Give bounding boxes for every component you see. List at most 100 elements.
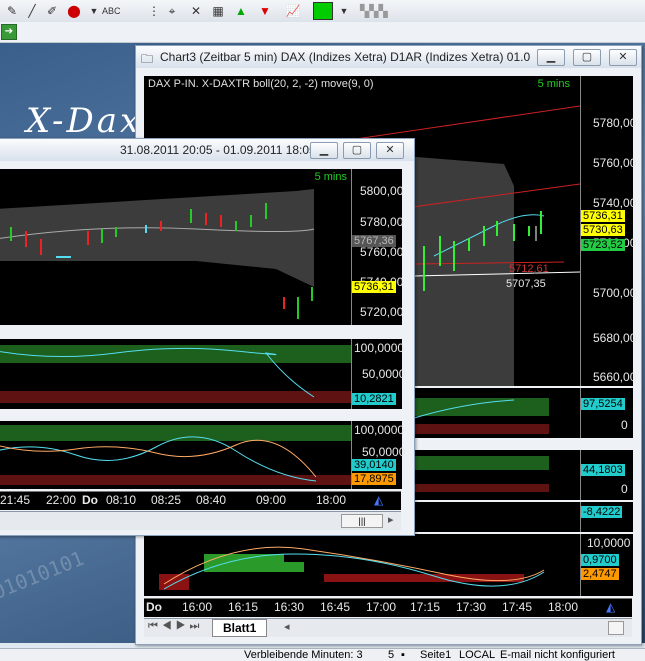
grid-icon[interactable]: ▦ bbox=[210, 2, 226, 20]
sheet-tabbar: ⏮◀▶⏭ Blatt1 ◂ bbox=[144, 618, 632, 637]
status-local: LOCAL bbox=[459, 649, 496, 661]
time-label: 18:00 bbox=[316, 493, 347, 507]
time-label: 21:45 bbox=[0, 493, 31, 507]
background-watermark: 01010101 bbox=[0, 545, 88, 605]
time-label: 16:30 bbox=[274, 600, 305, 614]
crosshair-icon[interactable]: ⌖ bbox=[164, 2, 180, 20]
indicator-axis-label: 50,0000 bbox=[362, 367, 406, 381]
status-email: E-mail nicht konfiguriert bbox=[500, 649, 615, 661]
price-label: 5780,00 bbox=[360, 215, 404, 229]
price-tag: 5736,31 bbox=[352, 281, 396, 293]
color-swatch-icon[interactable] bbox=[313, 2, 333, 20]
dropdown-icon[interactable]: ▼ bbox=[336, 2, 352, 20]
minimize-button[interactable]: ▁ bbox=[537, 49, 565, 66]
floating-indicator-1-plot bbox=[0, 345, 351, 403]
indicator-axis-label: 0 bbox=[621, 418, 628, 432]
price-tag: 5767,36 bbox=[352, 235, 396, 247]
time-label: 16:00 bbox=[182, 600, 213, 614]
status-page: Seite1 bbox=[420, 649, 452, 661]
dropdown-icon[interactable]: ▼ bbox=[86, 2, 102, 20]
handwritten-note: X-Dax bbox=[26, 101, 143, 141]
floating-indicator-2[interactable] bbox=[0, 421, 351, 489]
secondary-toolbar: ➔ bbox=[0, 22, 645, 43]
chart-value-label: 5712,61 bbox=[509, 263, 549, 275]
time-label: 22:00 bbox=[46, 493, 77, 507]
indicator-axis-label: 0 bbox=[621, 482, 628, 496]
price-label: 5740,00 bbox=[593, 196, 637, 210]
scroll-thumb[interactable] bbox=[608, 621, 624, 635]
arrow-down-icon[interactable]: ▼ bbox=[257, 2, 273, 20]
floating-indicator-1[interactable] bbox=[0, 339, 351, 409]
status-count: 5 bbox=[388, 649, 395, 661]
price-label: 5800,00 bbox=[360, 184, 404, 198]
indicator-axis-label: 50,0000 bbox=[362, 445, 406, 459]
indicator-4-plot bbox=[159, 546, 545, 590]
color-icon[interactable]: ⬤ bbox=[66, 2, 82, 20]
floating-price-plot bbox=[0, 189, 315, 319]
floating-window-titlebar[interactable]: 31.08.2011 20:05 - 01.09.2011 18:05 ▁ ▢ … bbox=[0, 139, 414, 161]
price-label: 5700,00 bbox=[593, 286, 637, 300]
draw-icon[interactable]: ╱ bbox=[24, 2, 40, 20]
price-tag: 5736,31 bbox=[581, 210, 625, 222]
time-label: 08:10 bbox=[106, 493, 137, 507]
minimize-button[interactable]: ▁ bbox=[310, 142, 338, 159]
green-arrow-icon[interactable]: ➔ bbox=[1, 24, 17, 40]
pointer-icon[interactable]: ⋮ bbox=[146, 2, 162, 20]
indicator-value: 2,4747 bbox=[581, 568, 619, 580]
chart-settings-icon[interactable]: ◭ bbox=[606, 600, 615, 614]
price-label: 5720,00 bbox=[360, 305, 404, 319]
indicator-1-axis: 97,5254 0 bbox=[580, 388, 633, 438]
time-label: 17:45 bbox=[502, 600, 533, 614]
chart-settings-icon[interactable]: ◭ bbox=[374, 493, 383, 507]
layout-icon[interactable]: ▚▚▚ bbox=[360, 2, 388, 20]
price-label: 5760,00 bbox=[360, 245, 404, 259]
status-page-icon: ▪ bbox=[401, 649, 405, 661]
indicator-axis-label: 100,0000 bbox=[354, 423, 405, 437]
price-axis: 5780,00 5760,00 5740,00 5720,00 5700,00 … bbox=[580, 76, 637, 386]
scroll-thumb[interactable]: ||| bbox=[341, 514, 383, 528]
pencil-icon[interactable]: ✐ bbox=[44, 2, 60, 20]
chart-window-titlebar[interactable]: 🗀 Chart3 (Zeitbar 5 min) DAX (Indizes Xe… bbox=[136, 46, 641, 68]
indicator-axis-label: 10,0000 bbox=[587, 536, 631, 550]
time-label: 08:25 bbox=[151, 493, 182, 507]
chart-value-label: 5707,35 bbox=[506, 278, 546, 290]
chart-window-title: Chart3 (Zeitbar 5 min) DAX (Indizes Xetr… bbox=[160, 50, 530, 64]
text-tool-button[interactable]: ABC bbox=[102, 2, 121, 20]
tab-nav-icon[interactable]: ⏮◀▶⏭ bbox=[148, 620, 203, 633]
tab-sheet[interactable]: Blatt1 bbox=[212, 619, 268, 637]
scroll-left-icon[interactable]: ◂ bbox=[284, 620, 290, 633]
indicator-value: 39,0140 bbox=[352, 459, 396, 471]
chart-icon[interactable]: 📈 bbox=[285, 2, 301, 20]
status-minutes: Verbleibende Minuten: 3 bbox=[244, 649, 363, 661]
scroll-right-icon[interactable]: ▸ bbox=[388, 513, 394, 526]
time-label: 17:00 bbox=[366, 600, 397, 614]
time-label: 16:45 bbox=[320, 600, 351, 614]
time-label: 16:15 bbox=[228, 600, 259, 614]
edit-icon[interactable]: ✎ bbox=[4, 2, 20, 20]
price-tag: 5730,63 bbox=[581, 224, 625, 236]
close-button[interactable]: ✕ bbox=[609, 49, 637, 66]
cross-icon[interactable]: ✕ bbox=[188, 2, 204, 20]
floating-price-axis: 5800,00 5780,00 5760,00 5740,00 5720,00 … bbox=[351, 169, 404, 325]
arrow-up-icon[interactable]: ▲ bbox=[233, 2, 249, 20]
indicator-value: 44,1803 bbox=[581, 464, 625, 476]
close-button[interactable]: ✕ bbox=[376, 142, 404, 159]
main-toolbar: ✎ ╱ ✐ ⬤ ▼ ABC ⋮ ⌖ ✕ ▦ ▲ ▼ 📈 ▼ ▚▚▚ bbox=[0, 0, 645, 23]
maximize-button[interactable]: ▢ bbox=[573, 49, 601, 66]
floating-price-chart[interactable]: 5 mins bbox=[0, 169, 351, 325]
indicator-axis-label: 100,0000 bbox=[354, 341, 405, 355]
time-label: 17:30 bbox=[456, 600, 487, 614]
time-label: 09:00 bbox=[256, 493, 287, 507]
price-tag: 5723,52 bbox=[581, 239, 625, 251]
indicator-4-axis: 10,0000 0,9700 2,4747 bbox=[580, 534, 633, 596]
time-label: 18:00 bbox=[548, 600, 579, 614]
indicator-3-axis: -8,4222 bbox=[580, 502, 633, 532]
chart-window-icon: 🗀 bbox=[141, 52, 154, 66]
indicator-value: 0,9700 bbox=[581, 554, 619, 566]
floating-indicator-2-plot bbox=[0, 425, 351, 485]
time-axis: Do 16:00 16:15 16:30 16:45 17:00 17:15 1… bbox=[144, 598, 632, 617]
indicator-panel-4[interactable] bbox=[144, 534, 580, 596]
indicator-value: 97,5254 bbox=[581, 398, 625, 410]
maximize-button[interactable]: ▢ bbox=[343, 142, 371, 159]
floating-time-axis: 21:45 22:00 Do 08:10 08:25 08:40 09:00 1… bbox=[0, 491, 401, 510]
